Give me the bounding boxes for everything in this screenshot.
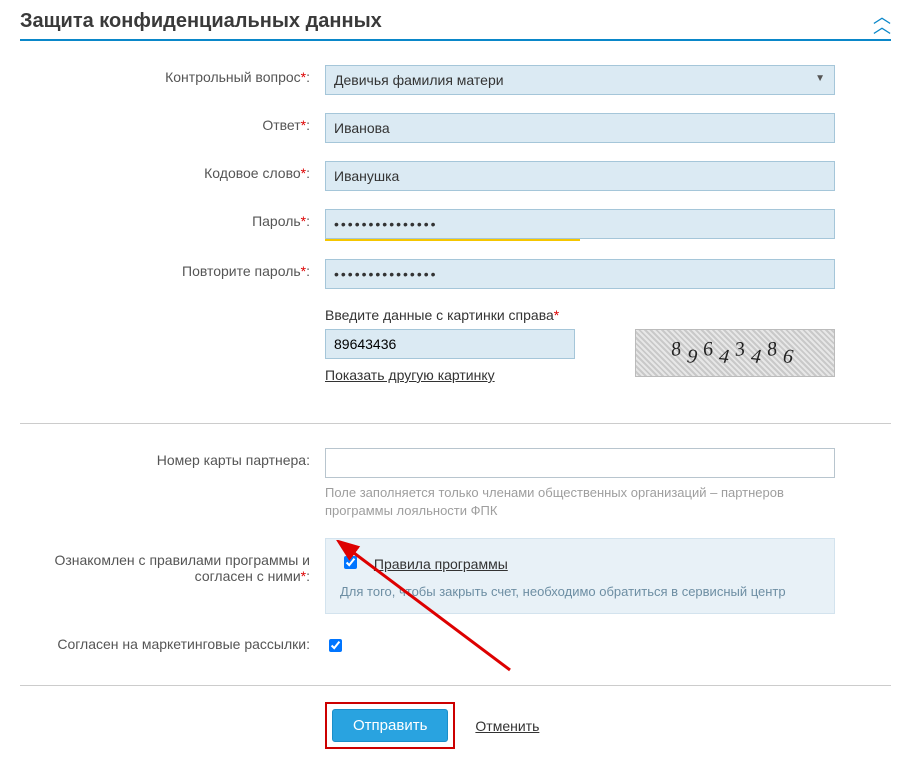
- partner-hint: Поле заполняется только членами обществе…: [325, 484, 835, 520]
- marketing-checkbox[interactable]: [329, 639, 342, 652]
- captcha-digits: 89643486: [671, 342, 799, 365]
- password-repeat-input[interactable]: [325, 259, 835, 289]
- section-header: Защита конфиденциальных данных ︿︿: [20, 10, 891, 41]
- label-rules-agree: Ознакомлен с правилами программы и согла…: [20, 538, 325, 584]
- section-title: Защита конфиденциальных данных: [20, 10, 382, 33]
- footer-divider: [20, 685, 891, 686]
- label-security-question: Контрольный вопрос*:: [20, 65, 325, 85]
- label-partner-card: Номер карты партнера:: [20, 448, 325, 468]
- answer-input[interactable]: [325, 113, 835, 143]
- row-partner-card: Номер карты партнера: Поле заполняется т…: [20, 448, 891, 520]
- captcha-refresh-link[interactable]: Показать другую картинку: [325, 367, 575, 383]
- submit-highlight: Отправить: [325, 702, 455, 749]
- label-password-repeat: Повторите пароль*:: [20, 259, 325, 279]
- captcha-image: 89643486: [635, 329, 835, 377]
- row-rules-agree: Ознакомлен с правилами программы и согла…: [20, 538, 891, 614]
- rules-note: Для того, чтобы закрыть счет, необходимо…: [340, 584, 820, 599]
- label-codeword: Кодовое слово*:: [20, 161, 325, 181]
- row-answer: Ответ*:: [20, 113, 891, 143]
- row-password-repeat: Повторите пароль*:: [20, 259, 891, 289]
- row-password: Пароль*:: [20, 209, 891, 241]
- row-security-question: Контрольный вопрос*: Девичья фамилия мат…: [20, 65, 891, 95]
- partner-card-input[interactable]: [325, 448, 835, 478]
- divider: [20, 423, 891, 424]
- rules-link[interactable]: Правила программы: [374, 556, 508, 572]
- row-captcha: Введите данные с картинки справа* Показа…: [20, 307, 891, 383]
- label-password: Пароль*:: [20, 209, 325, 229]
- cancel-link[interactable]: Отменить: [475, 718, 539, 734]
- password-input[interactable]: [325, 209, 835, 239]
- rules-box: Правила программы Для того, чтобы закрыт…: [325, 538, 835, 614]
- actions-row: Отправить Отменить: [325, 696, 891, 755]
- captcha-label: Введите данные с картинки справа*: [325, 307, 835, 323]
- label-answer: Ответ*:: [20, 113, 325, 133]
- captcha-input[interactable]: [325, 329, 575, 359]
- codeword-input[interactable]: [325, 161, 835, 191]
- security-question-select[interactable]: Девичья фамилия матери: [325, 65, 835, 95]
- rules-checkbox[interactable]: [344, 556, 357, 569]
- row-codeword: Кодовое слово*:: [20, 161, 891, 191]
- submit-button[interactable]: Отправить: [332, 709, 448, 742]
- row-marketing: Согласен на маркетинговые рассылки:: [20, 632, 891, 655]
- label-marketing: Согласен на маркетинговые рассылки:: [20, 632, 325, 652]
- collapse-icon[interactable]: ︿︿: [873, 12, 891, 32]
